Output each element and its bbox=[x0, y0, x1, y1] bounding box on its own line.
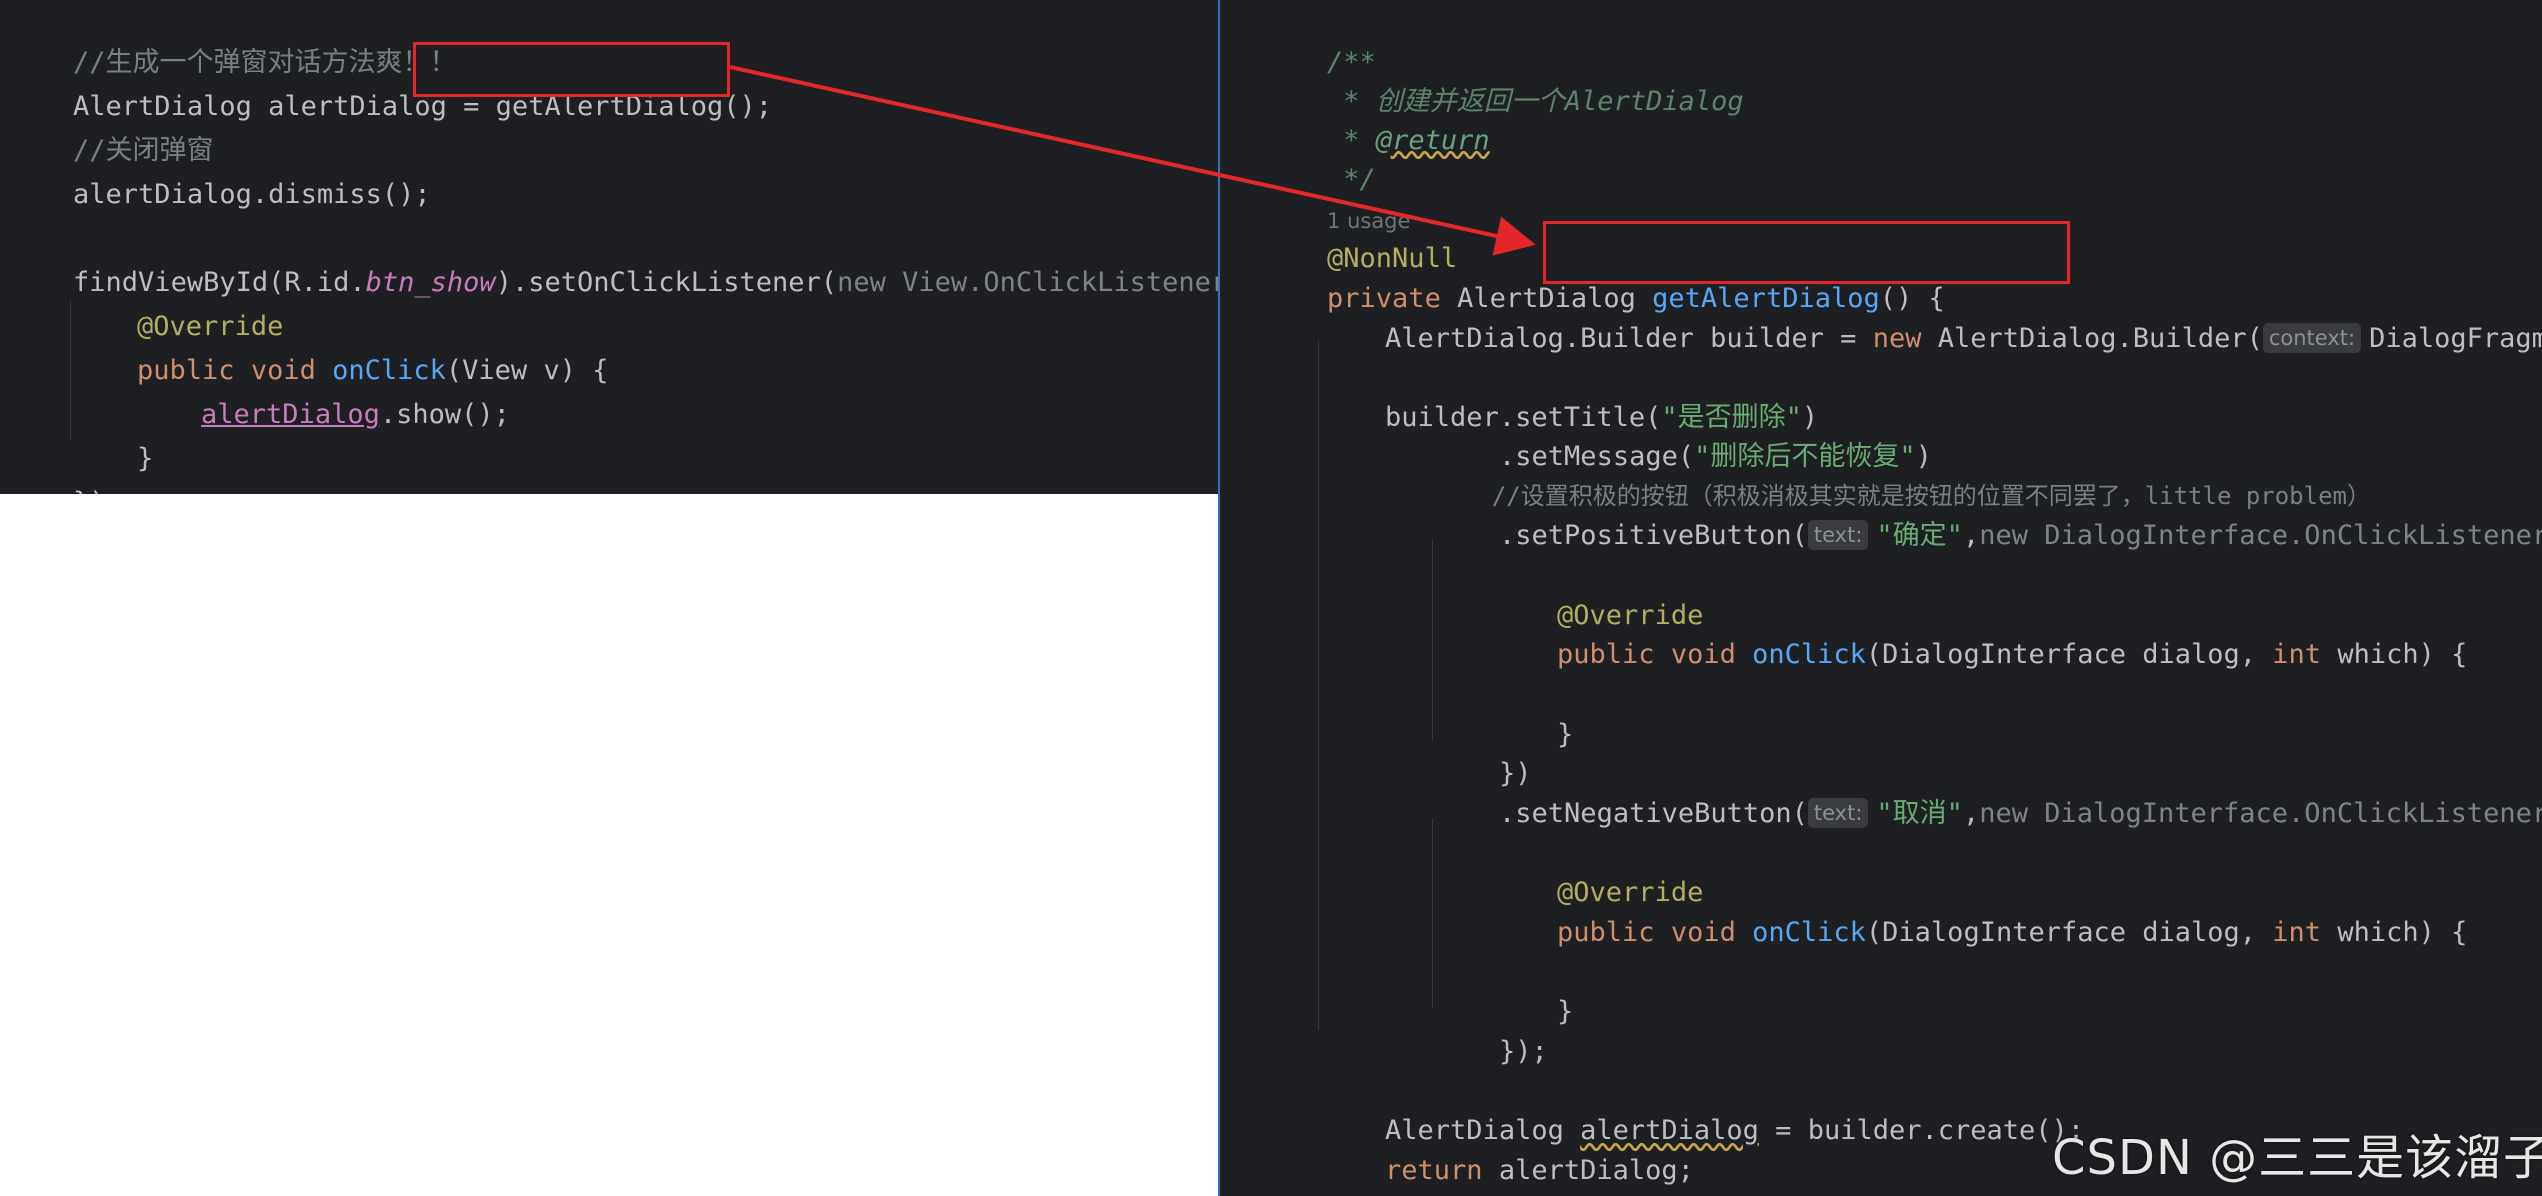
code-line: public void onClick(DialogInterface dial… bbox=[1492, 873, 2467, 948]
highlight-box-definition bbox=[1543, 221, 2070, 284]
code-text: = builder.create(); bbox=[1758, 1115, 2085, 1146]
folded-code[interactable]: new DialogInterface.OnClickListener() bbox=[1979, 520, 2542, 551]
code-text: }); bbox=[1499, 1036, 1548, 1067]
code-line: } bbox=[1262, 1151, 1343, 1196]
keyword-text: int bbox=[2272, 917, 2338, 948]
code-line: @Override bbox=[1492, 833, 1703, 908]
code-line: * 创建并返回一个AlertDialog bbox=[1262, 42, 1743, 117]
keyword-text: public void bbox=[1557, 917, 1753, 948]
code-line: public void onClick(View v) { bbox=[72, 311, 608, 386]
code-text: } bbox=[137, 443, 154, 474]
watermark-text: CSDN @三三是该溜子 bbox=[2052, 1130, 2542, 1186]
folded-code[interactable]: new View.OnClickListener() bbox=[837, 267, 1218, 298]
code-text: .setPositiveButton( bbox=[1499, 520, 1808, 551]
code-line: public void onClick(DialogInterface dial… bbox=[1492, 595, 2467, 670]
code-line: .setNegativeButton(text: "取消",new DialogI… bbox=[1434, 754, 2542, 829]
code-line: @Override bbox=[72, 267, 283, 342]
variable-ref[interactable]: alertDialog bbox=[201, 399, 380, 430]
method-name[interactable]: onClick bbox=[1752, 639, 1866, 670]
keyword-text: return bbox=[1385, 1155, 1499, 1186]
code-text: (DialogInterface dialog, bbox=[1865, 917, 2273, 948]
field-ref: btn_show bbox=[365, 267, 496, 298]
code-text: } bbox=[1557, 719, 1574, 750]
code-line: //关闭弹窗 bbox=[8, 91, 214, 166]
keyword-text: public void bbox=[1557, 639, 1753, 670]
doc-tag: @return bbox=[1375, 125, 1490, 156]
code-text: ).setOnClickListener( bbox=[495, 267, 838, 298]
code-line: .setMessage("删除后不能恢复") bbox=[1434, 397, 1932, 472]
code-line: @Override bbox=[1492, 556, 1703, 631]
code-text: } bbox=[1557, 996, 1574, 1027]
code-text: AlertDialog.Builder builder = bbox=[1385, 323, 1873, 354]
method-name[interactable]: onClick bbox=[1752, 917, 1866, 948]
code-line: }) bbox=[1434, 714, 1532, 789]
code-line: } bbox=[72, 399, 153, 474]
code-line: .setPositiveButton(text: "确定",new DialogI… bbox=[1434, 476, 2542, 551]
code-text: alertDialog.dismiss(); bbox=[73, 179, 431, 210]
code-line: AlertDialog alertDialog = builder.create… bbox=[1320, 1071, 2084, 1146]
string-literal: "确定" bbox=[1876, 520, 1963, 551]
code-text: , bbox=[1962, 520, 1980, 551]
code-text: DialogFragment. bbox=[2369, 323, 2542, 354]
code-line: builder.setTitle("是否删除") bbox=[1320, 358, 1818, 433]
code-line: alertDialog.dismiss(); bbox=[8, 135, 431, 210]
code-text: (DialogInterface dialog, bbox=[1865, 639, 2273, 670]
code-text: which) { bbox=[2337, 917, 2468, 948]
code-text: which) { bbox=[2337, 639, 2468, 670]
folded-code[interactable]: new DialogInterface.OnClickListener() bbox=[1979, 798, 2542, 829]
parameter-hint: text: bbox=[1807, 520, 1869, 550]
indent-guide bbox=[1432, 540, 1433, 740]
code-text: , bbox=[1962, 798, 1980, 829]
code-text: .setNegativeButton( bbox=[1499, 798, 1808, 829]
code-text: .show(); bbox=[379, 399, 510, 430]
right-code-editor[interactable]: /** * 创建并返回一个AlertDialog * @return */ 1 … bbox=[1218, 0, 2542, 1196]
highlight-box-call bbox=[413, 42, 730, 97]
code-line: }); bbox=[8, 443, 122, 494]
code-line: @NonNull bbox=[1262, 199, 1457, 274]
code-line: }); bbox=[1434, 992, 1548, 1067]
code-line: //设置积极的按钮（积极消极其实就是按钮的位置不同罢了，little probl… bbox=[1434, 436, 2371, 510]
code-line: findViewById(R.id.btn_show).setOnClickLi… bbox=[8, 223, 1218, 298]
parameter-hint: context: bbox=[2262, 323, 2362, 353]
code-line: /** bbox=[1262, 3, 1376, 78]
indent-guide bbox=[1432, 818, 1433, 1008]
code-line: //生成一个弹窗对话方法爽！！ bbox=[8, 3, 457, 78]
code-line: } bbox=[1492, 952, 1573, 1027]
code-line: */ bbox=[1262, 120, 1376, 195]
keyword-text: new bbox=[1872, 323, 1938, 354]
keyword-text: int bbox=[2272, 639, 2338, 670]
code-line: return alertDialog; bbox=[1320, 1111, 1694, 1186]
left-code-editor[interactable]: //生成一个弹窗对话方法爽！！ AlertDialog alertDialog … bbox=[0, 0, 1218, 494]
code-line: } bbox=[1492, 675, 1573, 750]
indent-guide bbox=[70, 300, 71, 440]
code-text: alertDialog; bbox=[1498, 1155, 1694, 1186]
string-literal: "取消" bbox=[1876, 798, 1963, 829]
code-line: 1 usage bbox=[1262, 160, 1410, 233]
indent-guide bbox=[1318, 340, 1319, 1030]
code-line: * @return bbox=[1262, 81, 1489, 156]
code-text: }); bbox=[73, 487, 122, 494]
code-line: AlertDialog.Builder builder = new AlertD… bbox=[1320, 279, 2542, 354]
code-line: alertDialog.show(); bbox=[136, 355, 510, 430]
code-text: AlertDialog.Builder( bbox=[1937, 323, 2263, 354]
parameter-hint: text: bbox=[1807, 798, 1869, 828]
